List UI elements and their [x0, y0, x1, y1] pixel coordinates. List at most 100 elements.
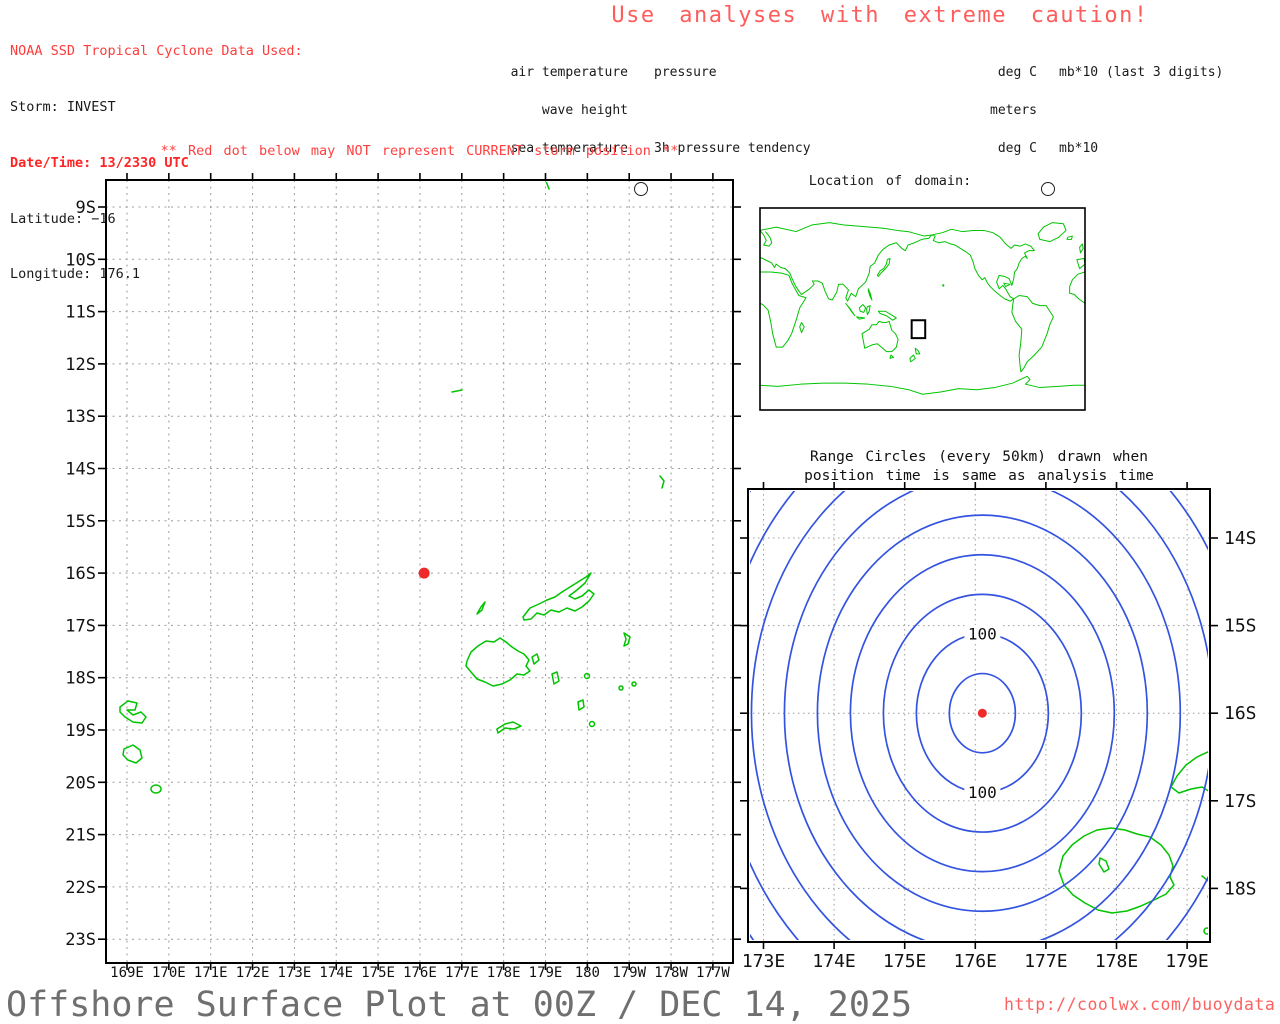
range-small-island: [1098, 857, 1110, 873]
coastline-south-america: [1012, 296, 1054, 372]
lon-tick-label: 177E: [1024, 951, 1067, 972]
lon-tick-label: 172E: [236, 965, 270, 981]
coastline-africa-west: [1070, 272, 1085, 303]
lon-tick-label: 173E: [742, 951, 785, 972]
coastline-vanua-levu: [522, 572, 595, 621]
lat-tick-label: 21S: [65, 826, 96, 846]
coastline-cuba: [1004, 283, 1010, 286]
coastline-sulawesi: [867, 306, 871, 315]
offshore-surface-plot-page: NOAA SSD Tropical Cyclone Data Used: Sto…: [0, 0, 1280, 1024]
lat-tick-label: 16S: [65, 564, 96, 584]
coastline-kadavu: [496, 721, 522, 734]
range-circle-450km: [750, 491, 755, 940]
range-circle-label: 100: [968, 783, 997, 802]
lat-tick-label: 9S: [76, 198, 96, 218]
lon-tick-label: 179E: [529, 965, 563, 981]
lat-tick-label: 15S: [65, 512, 96, 532]
coastline-gau: [577, 699, 585, 711]
lon-tick-label: 173E: [278, 965, 312, 981]
lat-tick-label: 18S: [1224, 878, 1257, 899]
lon-tick-label: 179W: [612, 965, 646, 981]
coastline-ovalau: [531, 653, 540, 665]
range-map-coastlines: [1058, 751, 1208, 935]
plot-overlays: 100 100: [418, 567, 1001, 802]
coastline-nz-north: [915, 348, 920, 354]
lon-tick-label: 174E: [319, 965, 353, 981]
lon-tick-label: 175E: [361, 965, 395, 981]
lon-tick-label: 179E: [1165, 951, 1208, 972]
lat-tick-label: 13S: [65, 407, 96, 427]
storm-position-dot: [418, 567, 430, 579]
plots-canvas: 169E 170E 171E 172E 173E 174E 175E 176E 177E 178E…: [65, 173, 1257, 981]
lat-tick-label: 17S: [65, 616, 96, 636]
lon-tick-label: 178E: [1095, 951, 1138, 972]
coastline-taveuni: [623, 632, 631, 647]
main-map-grid: 169E 170E 171E 172E 173E 174E 175E 176E 177E 178E…: [65, 173, 741, 981]
coastline-nz-south: [910, 355, 915, 362]
coastline-islet-5: [659, 475, 665, 489]
range-center-dot: [977, 708, 987, 718]
lat-tick-label: 14S: [65, 460, 96, 480]
domain-box-marker: [912, 320, 926, 338]
coastline-australia: [862, 321, 898, 351]
lon-tick-label: 178E: [487, 965, 521, 981]
lon-tick-label: 178W: [654, 965, 688, 981]
coastline-north-america: [932, 229, 1035, 301]
coastline-tasmania: [890, 355, 894, 358]
world-map-border: [759, 207, 1086, 411]
lon-tick-label: 171E: [194, 965, 228, 981]
coastline-philippines: [868, 289, 872, 300]
coastline-greenland: [1038, 223, 1066, 242]
lat-tick-label: 15S: [1224, 616, 1257, 637]
lat-tick-label: 22S: [65, 878, 96, 898]
coastline-java: [857, 317, 865, 319]
lon-tick-label: 176E: [954, 951, 997, 972]
coastline-yasawa: [476, 601, 486, 615]
coastline-vanuatu-3: [150, 784, 162, 794]
coastline-africa-east: [760, 272, 806, 347]
coastline-new-guinea: [878, 311, 896, 320]
lat-tick-label: 19S: [65, 721, 96, 741]
coastline-viti-levu: [465, 637, 531, 687]
lon-tick-label: 174E: [812, 951, 855, 972]
range-circle-label: 100: [968, 624, 997, 643]
coastline-islet-3: [618, 685, 624, 691]
coastline-iberia: [1077, 258, 1085, 268]
coastline-madagascar: [800, 322, 805, 332]
coastline-hawaii: [943, 285, 944, 287]
coastline-sumatra: [846, 303, 855, 315]
lon-tick-label: 176E: [403, 965, 437, 981]
coastline-islet-4: [631, 681, 637, 687]
lat-tick-label: 20S: [65, 773, 96, 793]
lon-tick-label: 177W: [696, 965, 730, 981]
coastline-islet-7: [545, 182, 550, 190]
source-url: http://coolwx.com/buoydata: [1004, 995, 1276, 1014]
lon-tick-label: 180: [575, 965, 600, 981]
range-circles: [750, 491, 1208, 940]
coastline-japan: [877, 258, 890, 276]
lat-tick-label: 17S: [1224, 791, 1257, 812]
plot-main-title: Offshore Surface Plot at 00Z / DEC 14, 2…: [6, 985, 913, 1024]
lon-tick-label: 169E: [110, 965, 144, 981]
lon-tick-label: 177E: [445, 965, 479, 981]
coastline-scandinavia: [760, 230, 772, 246]
coastline-vanuatu-1: [119, 700, 147, 724]
world-map: [759, 207, 1086, 411]
coastline-borneo: [859, 305, 865, 313]
lat-tick-label: 23S: [65, 930, 96, 950]
coastline-islet-1: [588, 720, 596, 728]
lon-tick-label: 175E: [883, 951, 926, 972]
coastline-islet-6: [451, 389, 463, 393]
coastline-uk: [1080, 244, 1084, 253]
lat-tick-label: 12S: [65, 355, 96, 375]
lat-tick-label: 16S: [1224, 703, 1257, 724]
main-map-coastlines: [119, 182, 665, 794]
lat-tick-label: 18S: [65, 669, 96, 689]
lat-tick-label: 14S: [1224, 528, 1257, 549]
coastline-eurasia: [760, 223, 932, 302]
coastline-iceland: [1067, 236, 1072, 239]
lat-tick-label: 11S: [65, 303, 96, 323]
coastline-vanuatu-2: [122, 744, 143, 764]
lon-tick-label: 170E: [152, 965, 186, 981]
lat-tick-label: 10S: [65, 250, 96, 270]
